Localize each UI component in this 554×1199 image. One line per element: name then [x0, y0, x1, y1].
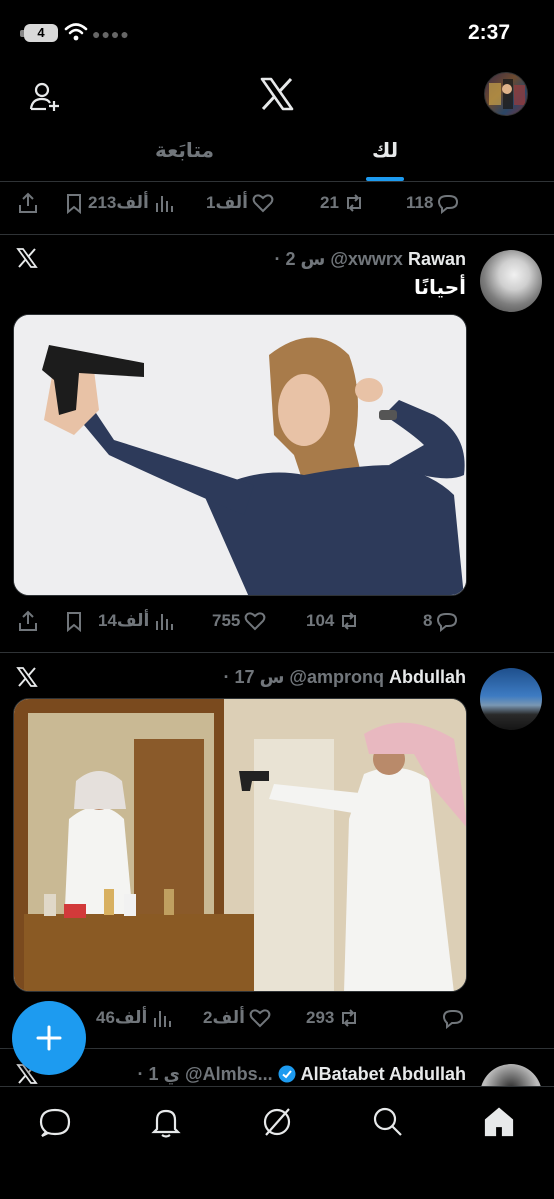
tweet-author-name[interactable]: Abdullah	[389, 667, 466, 687]
likes-count: 2ألف	[203, 1008, 245, 1027]
nav-messages[interactable]	[38, 1105, 72, 1139]
app-header	[0, 62, 554, 132]
heart-icon	[249, 1009, 271, 1028]
tweet-rawan-actions: 14ألف 755 104 8	[0, 601, 554, 641]
views-count: 14ألف	[98, 611, 150, 630]
views-stat[interactable]: 46ألف	[96, 1007, 173, 1029]
chat-bubble-icon	[39, 1108, 71, 1137]
reposts-count: 293	[306, 1008, 335, 1027]
clock: 2:37	[467, 21, 510, 44]
x-logo-icon[interactable]	[259, 76, 295, 112]
tweet-author-name[interactable]: AlBatabet Abdullah	[301, 1064, 466, 1084]
avatar[interactable]	[480, 250, 542, 312]
tweet-time: · 2 س	[274, 249, 326, 269]
views-count: 46ألف	[96, 1008, 148, 1027]
tweet-header: · 17 س @ampronq Abdullah	[224, 667, 466, 688]
tweet-time: · 17 س	[223, 667, 285, 687]
x-logo-icon	[16, 248, 38, 268]
likes-count: 1ألف	[206, 193, 248, 212]
bookmark-icon[interactable]	[63, 610, 85, 632]
like-stat[interactable]: 1ألف	[206, 192, 274, 214]
add-user-icon[interactable]	[28, 80, 62, 114]
previous-tweet-actions: 213ألف 1ألف 21 118	[0, 184, 554, 224]
reply-icon	[437, 613, 458, 632]
grok-icon	[263, 1108, 291, 1136]
x-logo-icon	[16, 667, 38, 687]
plus-icon	[36, 1025, 62, 1051]
tweet-text: أحيانًا	[414, 277, 466, 299]
repost-icon	[342, 612, 357, 630]
reply-stat[interactable]: 118	[406, 192, 459, 214]
tweet-handle[interactable]: @xwwrx	[330, 249, 403, 269]
tweet-media[interactable]	[13, 314, 467, 596]
bookmark-icon[interactable]	[63, 192, 85, 214]
reply-icon	[438, 195, 459, 214]
active-tab-indicator	[366, 177, 404, 181]
divider	[0, 234, 554, 235]
replies-count: 118	[406, 193, 434, 212]
status-bar: 4 ●●●● 2:37	[0, 0, 554, 62]
avatar[interactable]	[480, 668, 542, 730]
nav-grok[interactable]	[260, 1105, 294, 1139]
home-icon	[484, 1107, 514, 1137]
wifi-icon	[64, 23, 88, 41]
heart-icon	[252, 194, 274, 213]
man-aiming-at-mirror-photo-icon	[14, 699, 466, 991]
reply-icon[interactable]	[442, 1007, 464, 1029]
battery-indicator: 4	[24, 24, 58, 42]
compose-button[interactable]	[12, 1001, 86, 1075]
tweet-handle[interactable]: @ampronq	[289, 667, 384, 687]
views-icon	[156, 614, 174, 630]
bell-icon	[151, 1109, 181, 1138]
repost-icon	[346, 194, 361, 212]
tweet-handle[interactable]: @Almbs...	[185, 1064, 273, 1084]
tab-following[interactable]: متابَعة	[155, 138, 214, 163]
reposts-count: 21	[320, 193, 339, 212]
repost-stat[interactable]: 104	[306, 610, 360, 632]
like-stat[interactable]: 755	[212, 610, 266, 632]
search-icon	[373, 1107, 402, 1136]
views-stat[interactable]: 14ألف	[98, 610, 175, 632]
tweet-header: · 2 س @xwwrx Rawan	[274, 249, 466, 270]
tweet-media[interactable]	[13, 698, 467, 992]
tweet-time: · 1 ي	[137, 1064, 181, 1084]
tab-for-you[interactable]: لك	[372, 138, 398, 163]
bottom-navigation	[0, 1086, 554, 1199]
nav-notifications[interactable]	[149, 1105, 183, 1139]
views-count: 213ألف	[88, 193, 149, 212]
nav-home[interactable]	[482, 1105, 516, 1139]
views-icon	[154, 1011, 172, 1027]
share-icon[interactable]	[16, 191, 40, 215]
likes-count: 755	[212, 611, 241, 630]
woman-holding-pistol-photo-icon	[14, 315, 466, 595]
repost-stat[interactable]: 293	[306, 1007, 360, 1029]
reposts-count: 104	[306, 611, 335, 630]
views-icon	[155, 196, 173, 212]
repost-icon	[342, 1009, 357, 1027]
divider	[0, 652, 554, 653]
profile-avatar[interactable]	[484, 72, 528, 116]
nav-search[interactable]	[371, 1105, 405, 1139]
repost-stat[interactable]: 21	[320, 192, 365, 214]
profile-photo-icon	[489, 79, 525, 109]
reply-stat[interactable]: 8	[423, 610, 458, 632]
like-stat[interactable]: 2ألف	[203, 1007, 271, 1029]
tweet-author-name[interactable]: Rawan	[408, 249, 466, 269]
replies-count: 8	[423, 611, 433, 630]
cellular-dots-icon: ●●●●	[92, 26, 130, 42]
timeline-tabs: متابَعة لك	[0, 132, 554, 182]
views-stat[interactable]: 213ألف	[88, 192, 175, 214]
share-icon[interactable]	[16, 609, 40, 633]
verified-badge-icon	[278, 1065, 296, 1083]
tweet-header: · 1 ي @Almbs... AlBatabet Abdullah	[138, 1064, 466, 1085]
heart-icon	[245, 612, 266, 631]
